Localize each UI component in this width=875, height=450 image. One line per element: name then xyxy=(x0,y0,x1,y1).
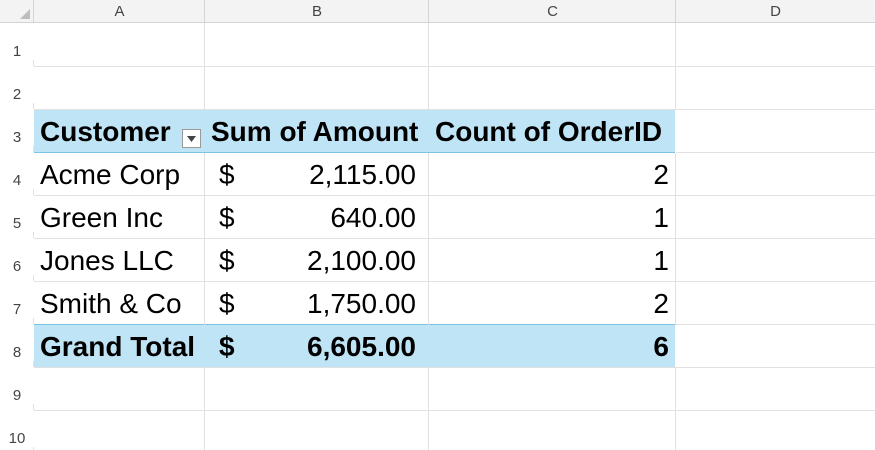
row-header-6[interactable]: 6 xyxy=(0,238,34,275)
grand-total-currency: $ xyxy=(219,330,235,362)
row-header-label: 3 xyxy=(12,129,22,146)
column-header-label: A xyxy=(114,2,125,20)
column-header-label: B xyxy=(311,2,322,20)
row-gridline xyxy=(34,66,875,67)
row-gridline xyxy=(676,152,875,153)
pivot-row-currency: $ xyxy=(219,201,235,233)
column-gridline xyxy=(428,23,429,110)
column-gridline xyxy=(204,153,205,325)
column-header-label: D xyxy=(770,2,781,20)
pivot-row-amount[interactable]: 640.00 xyxy=(330,196,416,239)
column-gridline xyxy=(204,23,205,110)
pivot-row-count[interactable]: 1 xyxy=(653,239,669,282)
row-header-label: 5 xyxy=(12,215,22,232)
select-all-button[interactable] xyxy=(0,0,34,23)
row-header-label: 8 xyxy=(12,344,22,361)
column-header-c[interactable]: C xyxy=(429,0,676,23)
row-header-label: 2 xyxy=(12,86,22,103)
row-header-label: 7 xyxy=(12,301,22,318)
row-header-1[interactable]: 1 xyxy=(0,23,34,60)
row-gridline xyxy=(676,324,875,325)
pivot-row-count[interactable]: 2 xyxy=(653,153,669,196)
filter-dropdown-button[interactable] xyxy=(182,129,201,148)
column-gridline xyxy=(428,153,429,325)
column-gridline xyxy=(675,153,676,325)
pivot-row-count[interactable]: 1 xyxy=(653,196,669,239)
column-separator[interactable] xyxy=(428,0,429,23)
pivot-row-customer[interactable]: Green Inc xyxy=(40,196,163,239)
column-header-label: C xyxy=(547,2,558,20)
grand-total-label[interactable]: Grand Total xyxy=(40,325,195,368)
pivot-row-customer[interactable]: Smith & Co xyxy=(40,282,182,325)
pivot-row-count[interactable]: 2 xyxy=(653,282,669,325)
row-header-3[interactable]: 3 xyxy=(0,109,34,146)
pivot-row-customer[interactable]: Acme Corp xyxy=(40,153,180,196)
select-all-triangle-icon xyxy=(20,9,30,19)
filter-dropdown-icon xyxy=(187,135,196,142)
row-header-7[interactable]: 7 xyxy=(0,281,34,318)
column-separator[interactable] xyxy=(675,0,676,23)
pivot-row-customer[interactable]: Jones LLC xyxy=(40,239,174,282)
pivot-header-count-of-orderid[interactable]: Count of OrderID xyxy=(435,110,662,153)
row-gridline xyxy=(676,195,875,196)
row-header-5[interactable]: 5 xyxy=(0,195,34,232)
row-header-10[interactable]: 10 xyxy=(0,410,34,447)
column-gridline xyxy=(675,368,676,450)
row-header-label: 10 xyxy=(8,430,26,447)
row-header-2[interactable]: 2 xyxy=(0,66,34,103)
row-gridline xyxy=(676,238,875,239)
pivot-row-currency: $ xyxy=(219,244,235,276)
grand-total-amount[interactable]: 6,605.00 xyxy=(307,325,416,368)
column-gridline xyxy=(428,368,429,450)
pivot-row-amount[interactable]: 2,115.00 xyxy=(309,153,416,196)
row-gridline xyxy=(34,410,875,411)
pivot-row-amount[interactable]: 1,750.00 xyxy=(307,282,416,325)
row-header-label: 6 xyxy=(12,258,22,275)
column-gridline xyxy=(204,368,205,450)
column-header-a[interactable]: A xyxy=(34,0,205,23)
column-separator[interactable] xyxy=(204,0,205,23)
column-gridline xyxy=(675,23,676,110)
row-gridline xyxy=(676,281,875,282)
row-header-9[interactable]: 9 xyxy=(0,367,34,404)
row-header-label: 4 xyxy=(12,172,22,189)
row-header-8[interactable]: 8 xyxy=(0,324,34,361)
row-header-label: 9 xyxy=(12,387,22,404)
pivot-row-currency: $ xyxy=(219,287,235,319)
pivot-row-currency: $ xyxy=(219,158,235,190)
pivot-header-customer[interactable]: Customer xyxy=(40,110,171,153)
pivot-header-sum-of-amount[interactable]: Sum of Amount xyxy=(211,110,418,153)
column-header-b[interactable]: B xyxy=(205,0,429,23)
row-header-4[interactable]: 4 xyxy=(0,152,34,189)
grand-total-count[interactable]: 6 xyxy=(653,325,669,368)
row-header-label: 1 xyxy=(12,43,22,60)
column-header-d[interactable]: D xyxy=(676,0,875,23)
pivot-row-amount[interactable]: 2,100.00 xyxy=(307,239,416,282)
